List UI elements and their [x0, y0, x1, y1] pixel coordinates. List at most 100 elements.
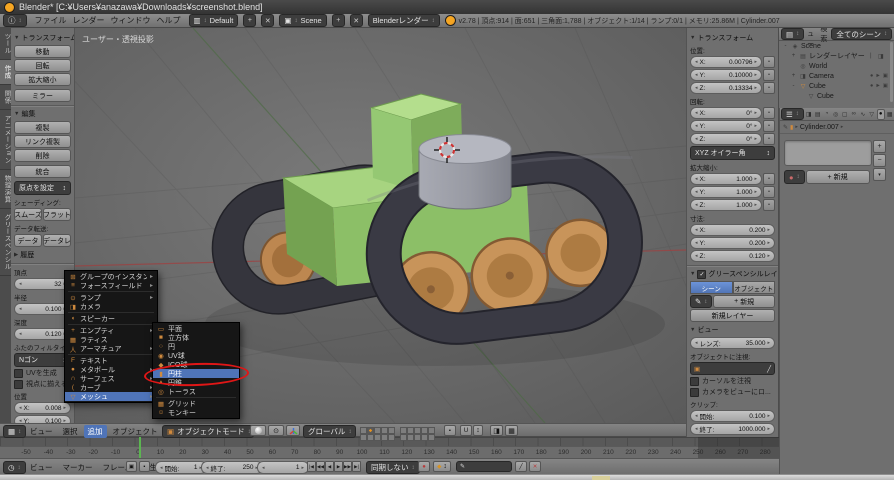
- lock-icon[interactable]: •: [763, 199, 775, 211]
- screen-layout-selector[interactable]: ▥↕ Default: [189, 14, 239, 27]
- shading-button[interactable]: フラット: [43, 208, 71, 221]
- toolshelf-tab[interactable]: 作成: [0, 60, 11, 85]
- pin-icon[interactable]: ✎: [783, 124, 788, 131]
- viewport-shading-selector[interactable]: [250, 425, 266, 436]
- remove-slot-button[interactable]: −: [873, 154, 886, 167]
- delete-keyframe-button[interactable]: ✕: [529, 461, 541, 472]
- menubar-item[interactable]: レンダー: [70, 15, 108, 26]
- properties-tab-object-data[interactable]: ▽: [868, 109, 876, 120]
- operator-field[interactable]: ◂0.120▸: [14, 328, 71, 340]
- add-layout-button[interactable]: +: [243, 14, 256, 27]
- increment-arrow-icon[interactable]: ▸: [754, 202, 757, 208]
- layer-cell[interactable]: [407, 434, 414, 441]
- visibility-eye-icon[interactable]: ●: [870, 83, 873, 89]
- decrement-arrow-icon[interactable]: ◂: [695, 227, 698, 233]
- lens-field[interactable]: ◂レンズ:35.000▸: [690, 337, 775, 349]
- decrement-arrow-icon[interactable]: ◂: [695, 202, 698, 208]
- delete-layout-button[interactable]: ✕: [261, 14, 274, 27]
- rotation-field[interactable]: ◂Y:0°▸: [690, 120, 762, 132]
- lock-icon[interactable]: •: [763, 56, 775, 68]
- decrement-arrow-icon[interactable]: ◂: [695, 189, 698, 195]
- properties-tab-texture[interactable]: ▦: [886, 109, 894, 120]
- prev-keyframe-button[interactable]: ◀◀: [316, 461, 325, 472]
- lock-icon[interactable]: •: [763, 107, 775, 119]
- increment-arrow-icon[interactable]: ▸: [767, 413, 770, 419]
- lock-layers-toggle[interactable]: ▪: [444, 425, 456, 436]
- timeline-menu-マーカー[interactable]: マーカー: [59, 461, 97, 474]
- preview-range-toggle[interactable]: ▣: [126, 461, 137, 472]
- panel-title-edit[interactable]: ▼編集: [14, 109, 71, 119]
- decrement-arrow-icon[interactable]: ◂: [695, 72, 698, 78]
- operator-location-field[interactable]: ◂Y:0.100▸: [14, 415, 71, 423]
- increment-arrow-icon[interactable]: ▸: [767, 227, 770, 233]
- layer-cell[interactable]: [374, 427, 381, 434]
- timeline-ruler[interactable]: -50-40-30-20-100102030405060708090100110…: [0, 446, 779, 458]
- increment-arrow-icon[interactable]: ▸: [767, 253, 770, 259]
- layer-cell[interactable]: [400, 434, 407, 441]
- expand-icon[interactable]: +: [790, 53, 797, 59]
- tool-button[interactable]: 複製: [14, 121, 71, 134]
- current-frame-marker[interactable]: [139, 437, 141, 458]
- decrement-arrow-icon[interactable]: ◂: [19, 331, 22, 337]
- add-menu-item[interactable]: ◖スピーカー: [65, 314, 157, 323]
- properties-tab-render[interactable]: ◨: [805, 109, 813, 120]
- properties-tab-modifiers[interactable]: ∿: [859, 109, 867, 120]
- layer-cell[interactable]: [414, 427, 421, 434]
- add-scene-button[interactable]: +: [332, 14, 345, 27]
- panel-title-gpencil[interactable]: ▼✓グリースペンシルレイ: [690, 269, 775, 279]
- toolshelf-tab[interactable]: 関係: [0, 85, 11, 110]
- scene-selector[interactable]: ▣↕ Scene: [279, 14, 326, 27]
- decrement-arrow-icon[interactable]: ◂: [19, 281, 22, 287]
- add-menu-item[interactable]: 人アーマチュア▸: [65, 344, 157, 353]
- set-origin-dropdown[interactable]: 原点を設定↕: [14, 181, 71, 195]
- panel-title-transform[interactable]: ▼トランスフォーム: [14, 33, 71, 43]
- clip-field[interactable]: ◂開始:0.100▸: [690, 410, 775, 422]
- camera-to-view-checkbox[interactable]: [690, 388, 699, 397]
- layer-cell[interactable]: [388, 427, 395, 434]
- slot-specials-button[interactable]: ▾: [873, 168, 886, 181]
- lock-icon[interactable]: •: [763, 69, 775, 81]
- join-button[interactable]: 統合: [14, 165, 71, 178]
- delete-scene-button[interactable]: ✕: [350, 14, 363, 27]
- gpencil-source-button[interactable]: オブジェクト: [733, 281, 776, 294]
- location-field[interactable]: ◂Z:0.13334▸: [690, 82, 762, 94]
- tool-button[interactable]: リンク複製: [14, 135, 71, 148]
- menubar-item[interactable]: ウィンドウ: [108, 15, 154, 26]
- frame-end-field[interactable]: ◂終了:250▸: [201, 461, 263, 474]
- new-layer-button[interactable]: 新規レイヤー: [690, 309, 775, 322]
- outliner-row[interactable]: +◨Camera●►▣: [779, 71, 894, 81]
- tool-button[interactable]: 拡大縮小: [14, 73, 71, 86]
- toolshelf-tab[interactable]: グリースペンシル: [0, 209, 11, 276]
- viewport-menu-オブジェクト[interactable]: オブジェクト: [109, 425, 162, 438]
- outliner-row[interactable]: +▤レンダーレイヤー|◨: [779, 51, 894, 61]
- gpencil-source-button[interactable]: シーン: [690, 281, 733, 294]
- selectability-arrow-icon[interactable]: ►: [875, 73, 880, 79]
- editor-type-icon[interactable]: ▤↕: [781, 28, 804, 40]
- lock-icon[interactable]: •: [763, 82, 775, 94]
- increment-arrow-icon[interactable]: ▸: [754, 136, 757, 142]
- outliner-row[interactable]: -◈Scene: [779, 41, 894, 51]
- layer-cell[interactable]: [421, 434, 428, 441]
- add-menu-item[interactable]: ▽メッシュ▸: [65, 392, 157, 401]
- keying-set-filter-field[interactable]: ✎: [456, 461, 512, 472]
- increment-arrow-icon[interactable]: ▸: [754, 59, 757, 65]
- properties-tab-world[interactable]: ◎: [832, 109, 840, 120]
- decrement-arrow-icon[interactable]: ◂: [19, 306, 22, 312]
- layer-cell[interactable]: [388, 434, 395, 441]
- render-opengl-button[interactable]: ◨: [490, 425, 503, 436]
- increment-arrow-icon[interactable]: ▸: [767, 426, 770, 432]
- frame-start-field[interactable]: ◂開始:1▸: [155, 461, 207, 474]
- layer-cell[interactable]: [414, 434, 421, 441]
- expand-icon[interactable]: -: [782, 43, 789, 49]
- expand-icon[interactable]: -: [790, 83, 797, 89]
- decrement-arrow-icon[interactable]: ◂: [695, 136, 698, 142]
- material-new-button[interactable]: +新規: [806, 170, 870, 184]
- breadcrumb-object-name[interactable]: Cylinder.007: [800, 124, 839, 131]
- lock-icon[interactable]: •: [763, 173, 775, 185]
- selectability-arrow-icon[interactable]: ►: [875, 83, 880, 89]
- snap-mode-dropdown[interactable]: ↕: [473, 425, 483, 436]
- decrement-arrow-icon[interactable]: ◂: [19, 405, 22, 411]
- dimension-field[interactable]: ◂Y:0.200▸: [690, 237, 775, 249]
- properties-tab-constraints[interactable]: ∞: [850, 109, 858, 120]
- properties-tab-scene[interactable]: ◔: [823, 109, 831, 120]
